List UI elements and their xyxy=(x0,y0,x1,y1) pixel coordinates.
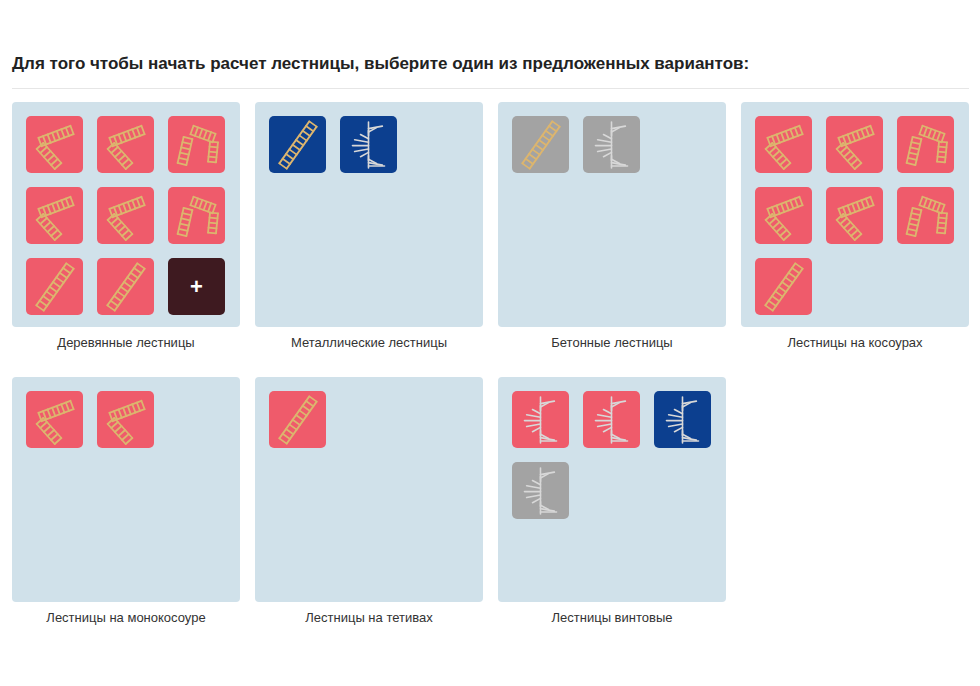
stair-icon xyxy=(26,116,83,173)
category-label[interactable]: Лестницы на монокосоуре xyxy=(12,609,240,627)
stair-option[interactable] xyxy=(826,187,883,244)
page: Для того чтобы начать расчет лестницы, в… xyxy=(0,0,980,686)
stair-option[interactable] xyxy=(755,116,812,173)
stair-icon xyxy=(512,116,569,173)
divider xyxy=(12,88,969,89)
category-grid: + Деревянные лестницы Металлические лестни… xyxy=(12,102,969,652)
stair-option[interactable] xyxy=(897,116,954,173)
stair-option[interactable] xyxy=(168,187,225,244)
page-heading: Для того чтобы начать расчет лестницы, в… xyxy=(12,52,969,76)
stair-icon xyxy=(97,258,154,315)
category-label[interactable]: Деревянные лестницы xyxy=(12,334,240,352)
stair-option[interactable] xyxy=(897,187,954,244)
stair-icon xyxy=(826,116,883,173)
stair-option[interactable] xyxy=(26,391,83,448)
category-card xyxy=(741,102,969,327)
stair-icon xyxy=(340,116,397,173)
category: Бетонные лестницы xyxy=(498,102,726,377)
category-card xyxy=(12,377,240,602)
stair-icon xyxy=(755,116,812,173)
category-label[interactable]: Лестницы винтовые xyxy=(498,609,726,627)
stair-icon xyxy=(897,116,954,173)
category-card: + xyxy=(12,102,240,327)
stair-icon xyxy=(168,116,225,173)
stair-icon xyxy=(269,116,326,173)
category: Лестницы на тетивах xyxy=(255,377,483,652)
stair-option[interactable]: + xyxy=(168,258,225,315)
category-card xyxy=(255,377,483,602)
stair-option[interactable] xyxy=(755,187,812,244)
stair-icon xyxy=(654,391,711,448)
stair-option[interactable] xyxy=(97,187,154,244)
stair-icon xyxy=(269,391,326,448)
stair-option[interactable] xyxy=(168,116,225,173)
stair-option[interactable] xyxy=(269,391,326,448)
category: + Деревянные лестницы xyxy=(12,102,240,377)
stair-option[interactable] xyxy=(340,116,397,173)
add-label: + xyxy=(190,274,203,300)
stair-option[interactable] xyxy=(26,116,83,173)
stair-option[interactable] xyxy=(583,116,640,173)
stair-option[interactable] xyxy=(97,116,154,173)
stair-option[interactable] xyxy=(826,116,883,173)
category: Лестницы на монокосоуре xyxy=(12,377,240,652)
stair-option[interactable] xyxy=(26,258,83,315)
stair-icon xyxy=(26,391,83,448)
stair-icon xyxy=(26,258,83,315)
stair-icon xyxy=(897,187,954,244)
category: Лестницы на косоурах xyxy=(741,102,969,377)
category-label[interactable]: Бетонные лестницы xyxy=(498,334,726,352)
category-card xyxy=(498,377,726,602)
stair-icon xyxy=(97,116,154,173)
stair-option[interactable] xyxy=(26,187,83,244)
stair-icon xyxy=(583,116,640,173)
stair-icon xyxy=(26,187,83,244)
category-label[interactable]: Металлические лестницы xyxy=(255,334,483,352)
stair-option[interactable] xyxy=(654,391,711,448)
stair-option[interactable] xyxy=(269,116,326,173)
stair-icon xyxy=(97,391,154,448)
stair-option[interactable] xyxy=(512,391,569,448)
stair-option[interactable] xyxy=(512,116,569,173)
stair-icon xyxy=(168,187,225,244)
category-label[interactable]: Лестницы на косоурах xyxy=(741,334,969,352)
stair-option[interactable] xyxy=(755,258,812,315)
stair-option[interactable] xyxy=(583,391,640,448)
stair-icon xyxy=(826,187,883,244)
category: Лестницы винтовые xyxy=(498,377,726,652)
category-label[interactable]: Лестницы на тетивах xyxy=(255,609,483,627)
stair-icon xyxy=(755,187,812,244)
stair-icon xyxy=(512,462,569,519)
stair-icon xyxy=(512,391,569,448)
stair-icon xyxy=(755,258,812,315)
stair-icon xyxy=(583,391,640,448)
category-card xyxy=(255,102,483,327)
stair-icon xyxy=(97,187,154,244)
stair-option[interactable] xyxy=(512,462,569,519)
category: Металлические лестницы xyxy=(255,102,483,377)
category-card xyxy=(498,102,726,327)
stair-option[interactable] xyxy=(97,258,154,315)
stair-option[interactable] xyxy=(97,391,154,448)
